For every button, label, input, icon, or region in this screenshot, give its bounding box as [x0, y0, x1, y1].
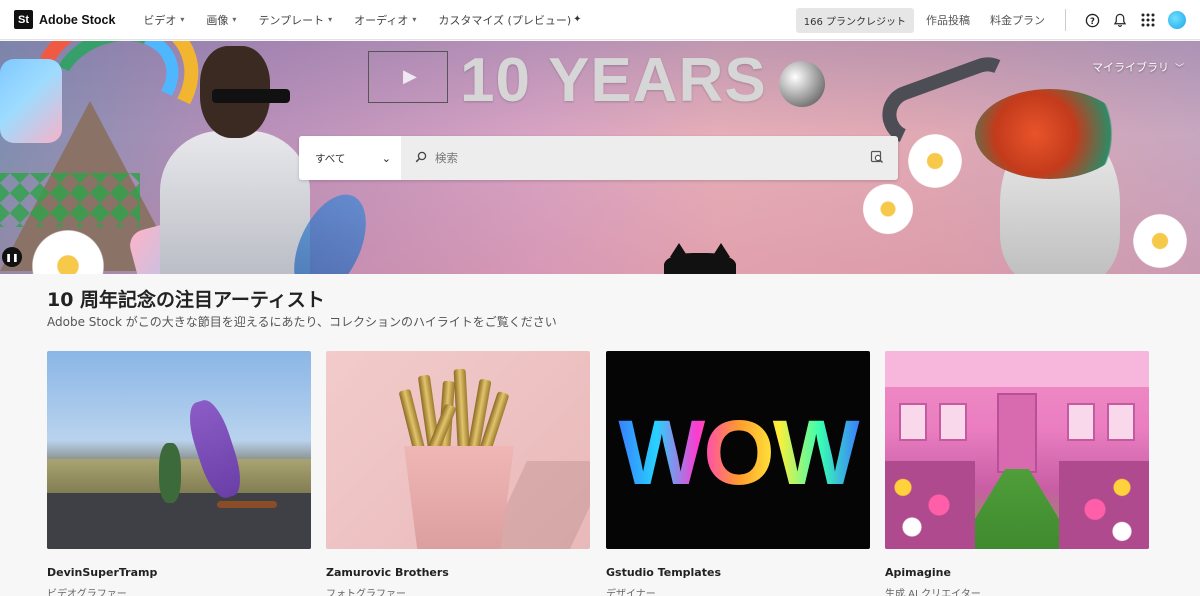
logo-mark: St — [14, 10, 33, 29]
logo-text: Adobe Stock — [39, 12, 116, 27]
artist-role: フォトグラファー — [326, 589, 406, 596]
bell-icon[interactable] — [1106, 6, 1134, 34]
search-input[interactable] — [435, 151, 870, 165]
header-divider — [1065, 9, 1066, 31]
artist-name[interactable]: Apimagine — [885, 566, 1149, 579]
artist-name[interactable]: DevinSuperTramp — [47, 566, 311, 579]
skateboard-shape — [217, 501, 277, 508]
skater-figure — [159, 443, 181, 503]
section-subtitle: Adobe Stock がこの大きな節目を迎えるにあたり、コレクションのハイライ… — [47, 315, 557, 329]
section-title: 10 周年記念の注目アーティスト — [47, 289, 325, 311]
nav-item-label: オーディオ — [354, 13, 409, 27]
nav-item-templates[interactable]: テンプレート ▾ — [258, 12, 332, 28]
artist-card[interactable]: DevinSuperTramp ビデオグラファー — [47, 351, 311, 596]
daisy-graphic — [860, 181, 916, 237]
artist-role: デザイナー — [606, 589, 656, 596]
pause-icon[interactable]: ❚❚ — [2, 247, 22, 267]
nav-item-label: ビデオ — [143, 13, 177, 27]
train-window-shape — [1107, 403, 1135, 441]
artist-card[interactable]: Apimagine 生成 AI クリエイター — [885, 351, 1149, 596]
artist-thumbnail[interactable] — [326, 351, 590, 549]
chevron-down-icon: ▾ — [232, 15, 237, 24]
visual-search-icon[interactable] — [870, 150, 884, 167]
wow-3d-text: WOW — [616, 401, 860, 506]
hoodie-shape — [160, 131, 310, 274]
top-navigation-bar: St Adobe Stock ビデオ ▾ 画像 ▾ テンプレート ▾ オーディオ… — [0, 0, 1200, 40]
main-nav: ビデオ ▾ 画像 ▾ テンプレート ▾ オーディオ ▾ カスタマイズ (プレビュ… — [143, 12, 603, 28]
daisy-graphic — [1130, 211, 1190, 271]
train-ceiling-shape — [885, 351, 1149, 387]
flower-bed-shape — [885, 461, 975, 549]
artist-role: ビデオグラファー — [47, 589, 127, 596]
nav-item-label: カスタマイズ (プレビュー) — [438, 13, 572, 27]
train-window-shape — [899, 403, 927, 441]
nav-item-images[interactable]: 画像 ▾ — [206, 12, 236, 28]
artist-thumbnail[interactable] — [47, 351, 311, 549]
chevron-down-icon: ▾ — [180, 15, 185, 24]
nav-item-customize[interactable]: カスタマイズ (プレビュー) ✦ — [438, 12, 581, 28]
artist-name[interactable]: Gstudio Templates — [606, 566, 870, 579]
artist-role: 生成 AI クリエイター — [885, 589, 981, 596]
search-field — [401, 136, 898, 180]
avatar[interactable] — [1168, 11, 1186, 29]
submit-work-link[interactable]: 作品投稿 — [926, 12, 970, 28]
train-window-shape — [939, 403, 967, 441]
hero-person-figure — [160, 41, 310, 274]
flower-crown-graphic — [975, 89, 1125, 179]
artist-card[interactable]: WOW Gstudio Templates デザイナー — [606, 351, 870, 596]
my-library-label: マイライブラリ — [1091, 61, 1169, 74]
chevron-down-icon: ⌄ — [381, 151, 391, 165]
help-icon[interactable]: ? — [1078, 6, 1106, 34]
adobe-stock-logo[interactable]: St Adobe Stock — [14, 10, 115, 29]
artist-name[interactable]: Zamurovic Brothers — [326, 566, 590, 579]
banner-text: 10 YEARS — [460, 46, 767, 115]
chevron-down-icon: ﹀ — [1174, 63, 1184, 74]
pricing-link[interactable]: 料金プラン — [990, 12, 1045, 28]
cat-silhouette-graphic — [664, 243, 736, 274]
plan-credits-button[interactable]: 166 プランクレジット — [795, 7, 914, 33]
artist-thumbnail[interactable]: WOW — [606, 351, 870, 549]
sunglasses-shape — [212, 89, 290, 103]
nav-item-label: 画像 — [206, 13, 229, 27]
search-category-select[interactable]: すべて ⌄ — [299, 136, 401, 180]
nav-item-audio[interactable]: オーディオ ▾ — [354, 12, 416, 28]
chevron-down-icon: ▾ — [412, 15, 417, 24]
nav-item-video[interactable]: ビデオ ▾ — [143, 12, 184, 28]
artist-thumbnail[interactable] — [885, 351, 1149, 549]
checker-pattern-graphic — [0, 173, 140, 227]
hero-banner: 10 YEARS マイライブラリ ﹀ ❚❚ すべて ⌄ — [0, 41, 1200, 274]
daisy-graphic — [905, 131, 965, 191]
sparkle-icon: ✦ — [573, 14, 582, 25]
search-bar: すべて ⌄ — [299, 136, 898, 180]
flower-bed-shape — [1059, 461, 1149, 549]
svg-text:?: ? — [1090, 15, 1095, 25]
header-actions: 166 プランクレジット 作品投稿 料金プラン ? — [795, 0, 1200, 40]
magnifier-icon — [415, 151, 427, 166]
train-door-shape — [997, 393, 1037, 473]
play-frame-graphic — [368, 51, 448, 103]
train-window-shape — [1067, 403, 1095, 441]
fries-box-shape — [404, 446, 514, 549]
nav-item-label: テンプレート — [258, 13, 325, 27]
artist-card[interactable]: Zamurovic Brothers フォトグラファー — [326, 351, 590, 596]
app-grid-icon[interactable] — [1134, 6, 1162, 34]
my-library-toggle[interactable]: マイライブラリ ﹀ — [1092, 59, 1184, 75]
disco-ball-graphic — [779, 61, 825, 107]
search-category-value: すべて — [315, 152, 346, 165]
chevron-down-icon: ▾ — [328, 15, 333, 24]
